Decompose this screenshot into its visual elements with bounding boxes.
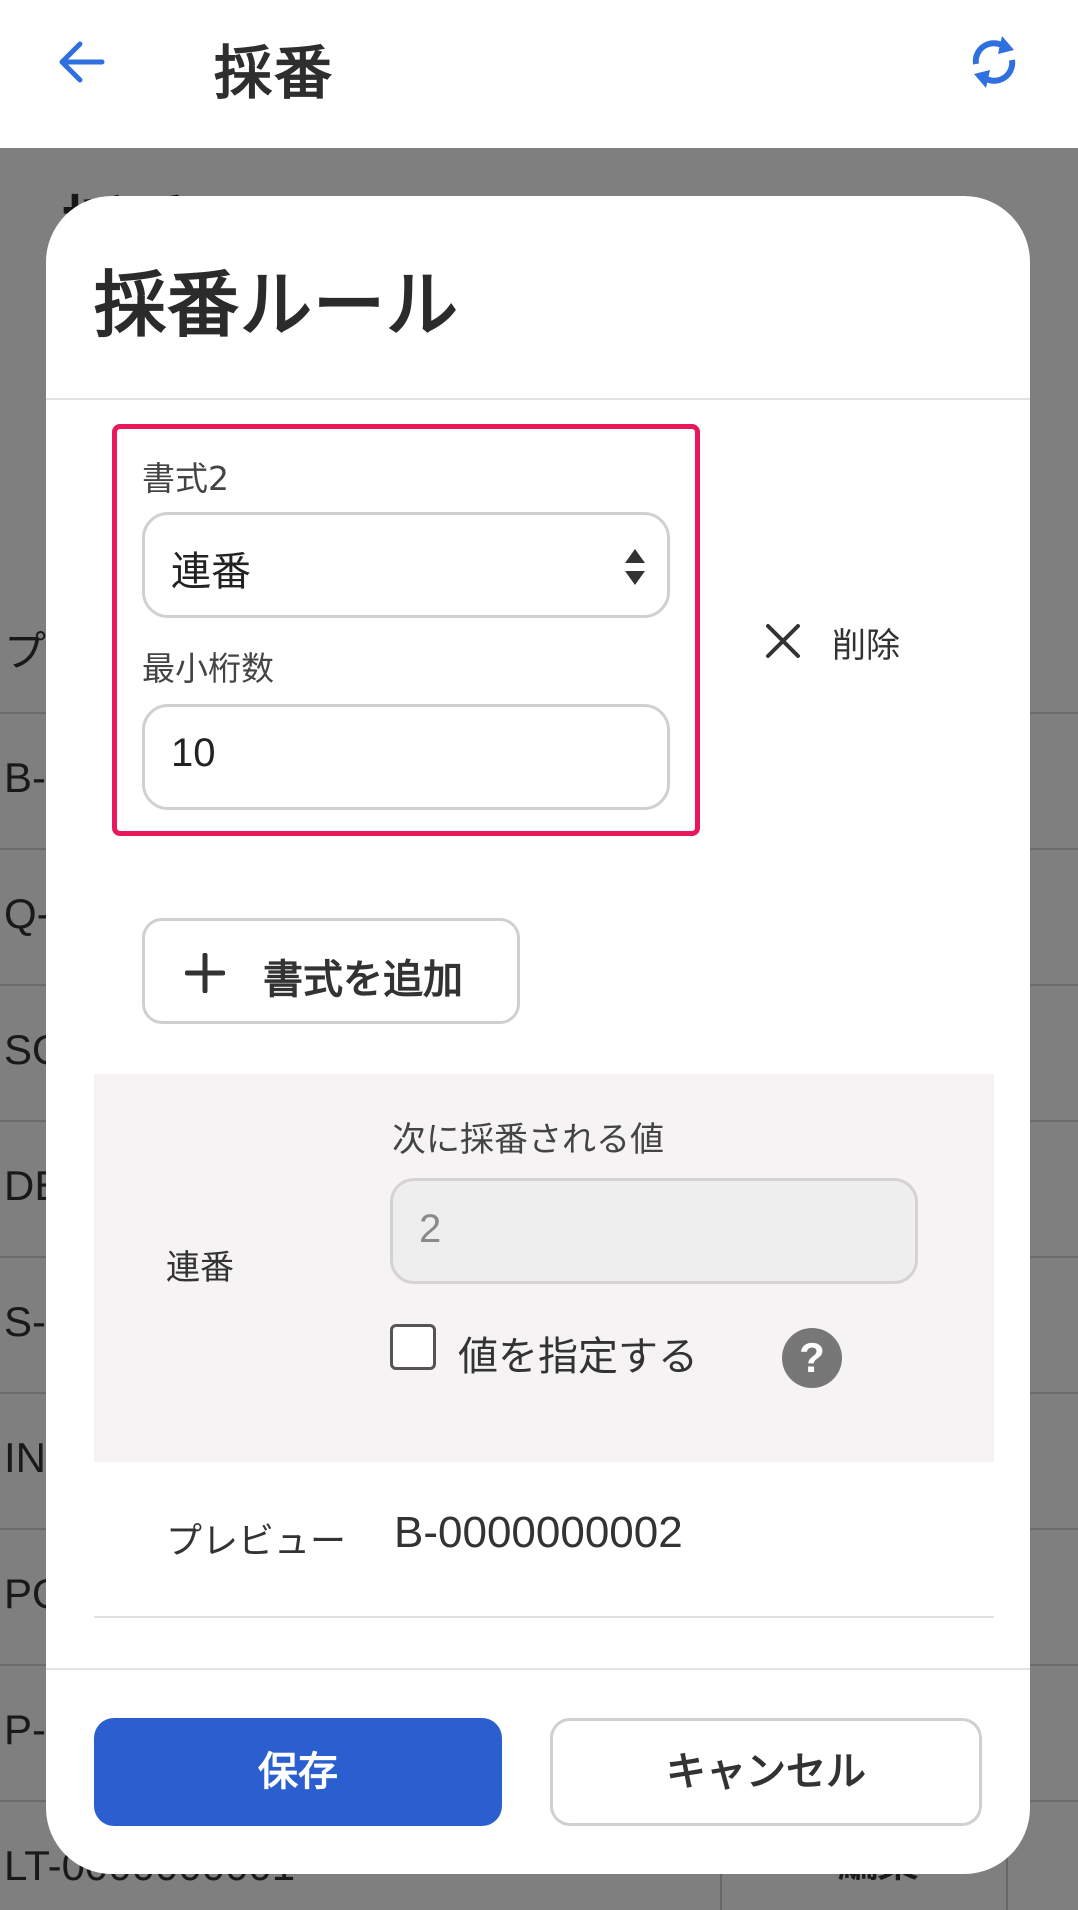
divider	[46, 1668, 1030, 1670]
format-type-select[interactable]: 連番	[142, 512, 670, 618]
app-bar: 採番	[0, 0, 1078, 148]
divider	[46, 398, 1030, 400]
delete-label: 削除	[832, 626, 900, 666]
delete-button[interactable]: 削除	[762, 616, 922, 666]
format-type-value: 連番	[171, 549, 251, 595]
numbering-rule-dialog: 採番ルール 書式2 連番 最小桁数 10 削除 書式を追加 連番 次に採番される…	[46, 196, 1030, 1874]
cancel-button[interactable]: キャンセル	[550, 1718, 982, 1826]
preview-value: B-0000000002	[394, 1508, 683, 1557]
arrow-left-icon[interactable]	[52, 32, 112, 92]
divider	[94, 1616, 994, 1618]
save-button[interactable]: 保存	[94, 1718, 502, 1826]
preview-label: プレビュー	[166, 1521, 347, 1562]
specify-value-checkbox[interactable]	[390, 1324, 436, 1370]
min-digits-value: 10	[171, 731, 216, 775]
specify-value-label[interactable]: 値を指定する	[458, 1324, 698, 1382]
min-digits-input[interactable]: 10	[142, 704, 670, 810]
add-format-button[interactable]: 書式を追加	[142, 918, 520, 1024]
min-digits-label: 最小桁数	[142, 649, 274, 688]
next-value: 2	[419, 1207, 442, 1251]
page-title: 採番	[214, 39, 335, 107]
next-value-field: 2	[390, 1178, 918, 1284]
format-label: 書式2	[142, 459, 229, 498]
close-icon	[766, 624, 800, 658]
add-format-label: 書式を追加	[263, 957, 463, 1003]
select-arrows-icon	[625, 549, 645, 585]
dialog-title: 採番ルール	[94, 263, 460, 347]
help-icon[interactable]: ?	[782, 1328, 842, 1388]
sequence-settings-panel: 連番 次に採番される値 2 値を指定する ?	[94, 1074, 994, 1462]
sequence-name: 連番	[166, 1248, 234, 1288]
plus-icon	[185, 953, 225, 993]
next-value-label: 次に採番される値	[392, 1120, 664, 1160]
refresh-icon[interactable]	[962, 30, 1026, 94]
